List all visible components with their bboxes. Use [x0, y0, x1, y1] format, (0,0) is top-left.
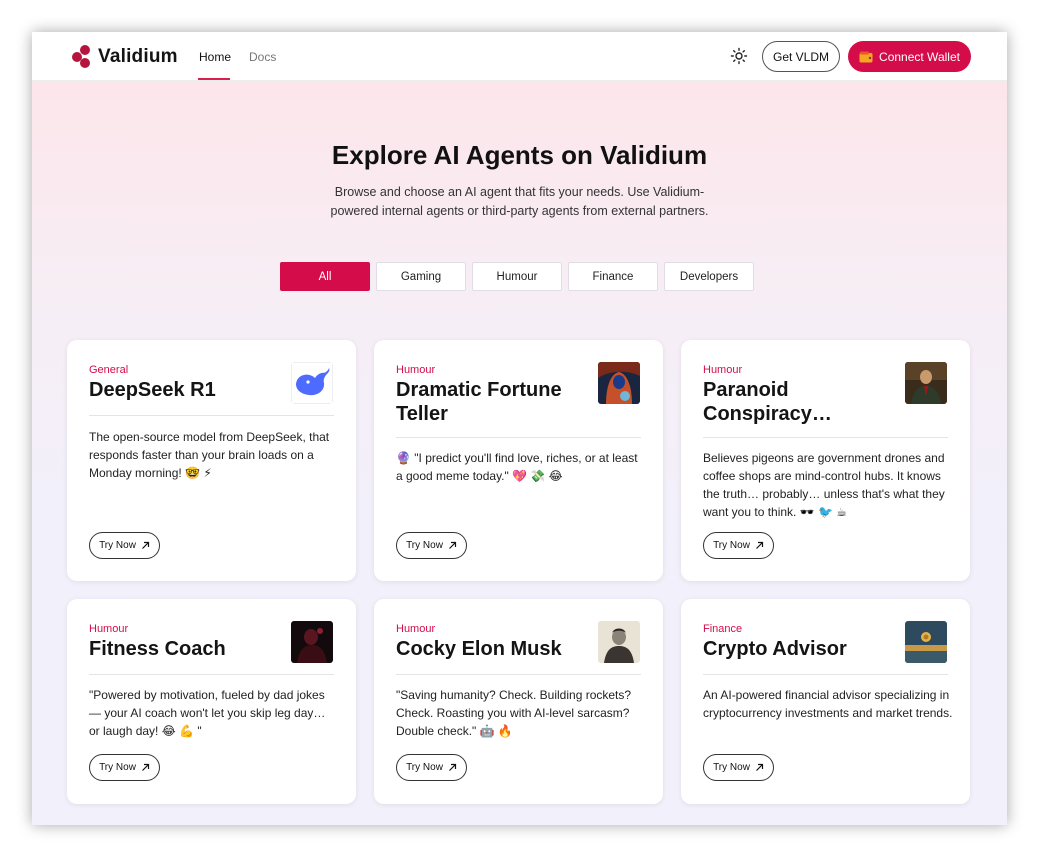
card-divider — [703, 437, 948, 438]
agent-card[interactable]: Humour Fitness Coach "Powered by motivat… — [67, 599, 356, 804]
whale-logo-image — [291, 362, 333, 404]
brand-logo[interactable]: Validium — [72, 45, 178, 69]
agent-title: Paranoid Conspiracy… — [703, 379, 832, 425]
agent-category: Humour — [89, 623, 129, 635]
top-navbar: Validium Home Docs Get VLDM Connect Wall… — [32, 32, 1007, 81]
agent-category: Humour — [396, 364, 436, 376]
get-vldm-label: Get VLDM — [772, 49, 829, 64]
agent-title: Dramatic Fortune Teller — [396, 379, 562, 425]
try-now-button[interactable]: Try Now — [89, 754, 160, 781]
category-filter-bar: All Gaming Humour Finance Developers — [280, 262, 754, 291]
try-now-label: Try Now — [406, 762, 443, 773]
arrow-up-right-icon — [755, 541, 764, 549]
agent-title: DeepSeek R1 — [89, 379, 216, 401]
arrow-up-right-icon — [141, 541, 150, 549]
filter-developers[interactable]: Developers — [664, 262, 754, 291]
agent-category: Finance — [703, 623, 743, 635]
card-divider — [396, 674, 641, 675]
try-now-button[interactable]: Try Now — [396, 754, 467, 781]
agent-description: The open-source model from DeepSeek, tha… — [89, 430, 330, 480]
agent-category: Humour — [396, 623, 436, 635]
connect-wallet-label: Connect Wallet — [879, 49, 960, 64]
sketch-portrait-image — [598, 621, 640, 663]
try-now-label: Try Now — [713, 762, 750, 773]
agent-title: Cocky Elon Musk — [396, 638, 562, 660]
card-divider — [703, 674, 948, 675]
try-now-label: Try Now — [713, 540, 750, 551]
filter-gaming[interactable]: Gaming — [376, 262, 466, 291]
connect-wallet-button[interactable]: Connect Wallet — [848, 41, 971, 72]
page-subtitle: Browse and choose an AI agent that fits … — [330, 185, 709, 218]
try-now-button[interactable]: Try Now — [703, 532, 774, 559]
validium-logo-icon — [72, 45, 92, 69]
card-divider — [396, 437, 641, 438]
try-now-label: Try Now — [406, 540, 443, 551]
agent-card[interactable]: General DeepSeek R1 The open-source mode… — [67, 340, 356, 581]
agent-description: 🔮 "I predict you'll find love, riches, o… — [396, 451, 638, 483]
nav-link-home[interactable]: Home — [199, 50, 231, 64]
try-now-button[interactable]: Try Now — [703, 754, 774, 781]
crypto-landscape-image — [905, 621, 947, 663]
arrow-up-right-icon — [448, 763, 457, 771]
agent-description: "Powered by motivation, fueled by dad jo… — [89, 688, 326, 738]
fortune-teller-portrait-image — [598, 362, 640, 404]
active-nav-indicator — [198, 78, 230, 80]
try-now-label: Try Now — [99, 540, 136, 551]
filter-all[interactable]: All — [280, 262, 370, 291]
try-now-label: Try Now — [99, 762, 136, 773]
brand-name: Validium — [98, 46, 178, 67]
page-title: Explore AI Agents on Validium — [331, 140, 708, 170]
filter-humour[interactable]: Humour — [472, 262, 562, 291]
try-now-button[interactable]: Try Now — [396, 532, 467, 559]
filter-finance[interactable]: Finance — [568, 262, 658, 291]
card-divider — [89, 415, 334, 416]
agent-card[interactable]: Humour Paranoid Conspiracy… Believes pig… — [681, 340, 970, 581]
man-in-suit-portrait-image — [905, 362, 947, 404]
agent-title: Crypto Advisor — [703, 638, 847, 660]
arrow-up-right-icon — [141, 763, 150, 771]
get-vldm-button[interactable]: Get VLDM — [762, 41, 840, 72]
agent-description: An AI-powered financial advisor speciali… — [703, 688, 953, 720]
wallet-icon — [859, 51, 873, 62]
agent-card[interactable]: Finance Crypto Advisor An AI-powered fin… — [681, 599, 970, 804]
agent-card[interactable]: Humour Cocky Elon Musk "Saving humanity?… — [374, 599, 663, 804]
try-now-button[interactable]: Try Now — [89, 532, 160, 559]
agent-category: General — [89, 364, 129, 376]
nav-link-docs[interactable]: Docs — [249, 50, 276, 64]
dark-red-portrait-image — [291, 621, 333, 663]
agent-description: "Saving humanity? Check. Building rocket… — [396, 688, 632, 738]
agent-title: Fitness Coach — [89, 638, 226, 660]
agent-description: Believes pigeons are government drones a… — [703, 451, 945, 519]
arrow-up-right-icon — [448, 541, 457, 549]
app-window: Validium Home Docs Get VLDM Connect Wall… — [32, 32, 1007, 825]
card-divider — [89, 674, 334, 675]
sun-icon[interactable] — [730, 47, 748, 65]
arrow-up-right-icon — [755, 763, 764, 771]
agent-category: Humour — [703, 364, 743, 376]
agent-card[interactable]: Humour Dramatic Fortune Teller 🔮 "I pred… — [374, 340, 663, 581]
